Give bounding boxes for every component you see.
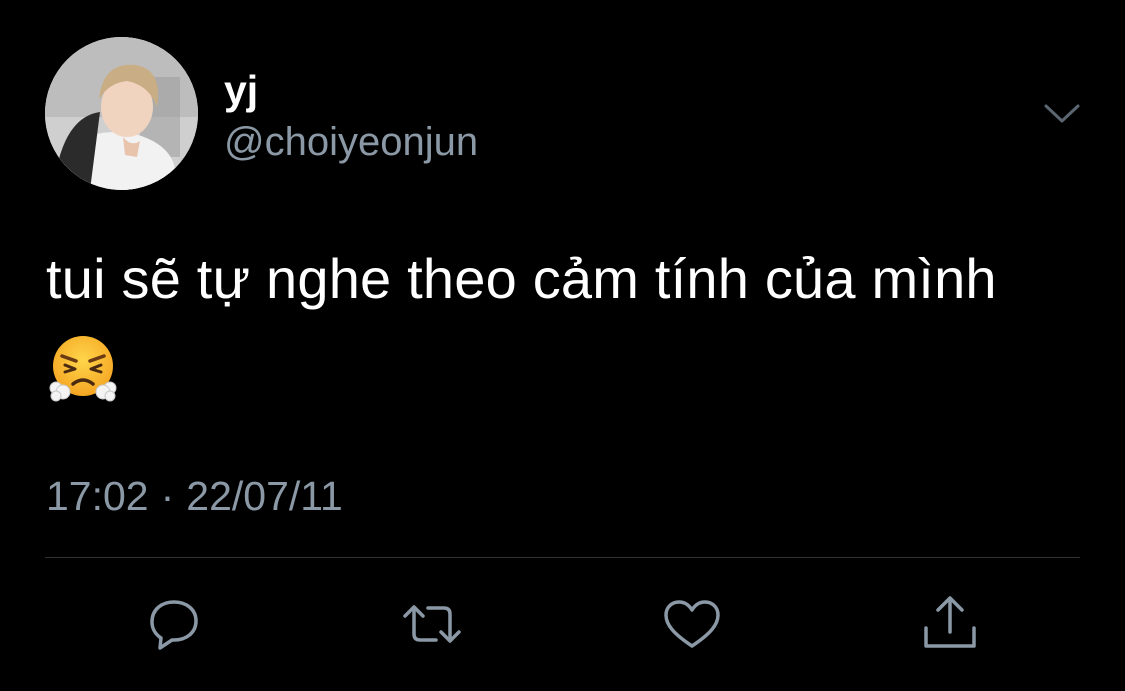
tweet-text: tui sẽ tự nghe theo cảm tính của mình [46,247,997,310]
author-handle[interactable]: @choiyeonjun [224,118,478,166]
retweet-icon[interactable] [400,594,464,654]
heart-icon[interactable] [660,594,724,654]
face-with-steam-emoji-icon [48,334,118,402]
tweet-time: 17:02 [46,473,149,519]
chevron-down-icon[interactable] [1040,96,1084,132]
action-divider [45,557,1080,558]
reply-icon[interactable] [142,594,206,654]
tweet-timestamp[interactable]: 17:02 · 22/07/11 [46,471,343,521]
tweet-date: 22/07/11 [186,473,343,519]
author-display-name[interactable]: yj [224,66,258,114]
timestamp-separator: · [160,473,175,519]
share-icon[interactable] [918,594,982,654]
avatar[interactable] [45,37,198,190]
